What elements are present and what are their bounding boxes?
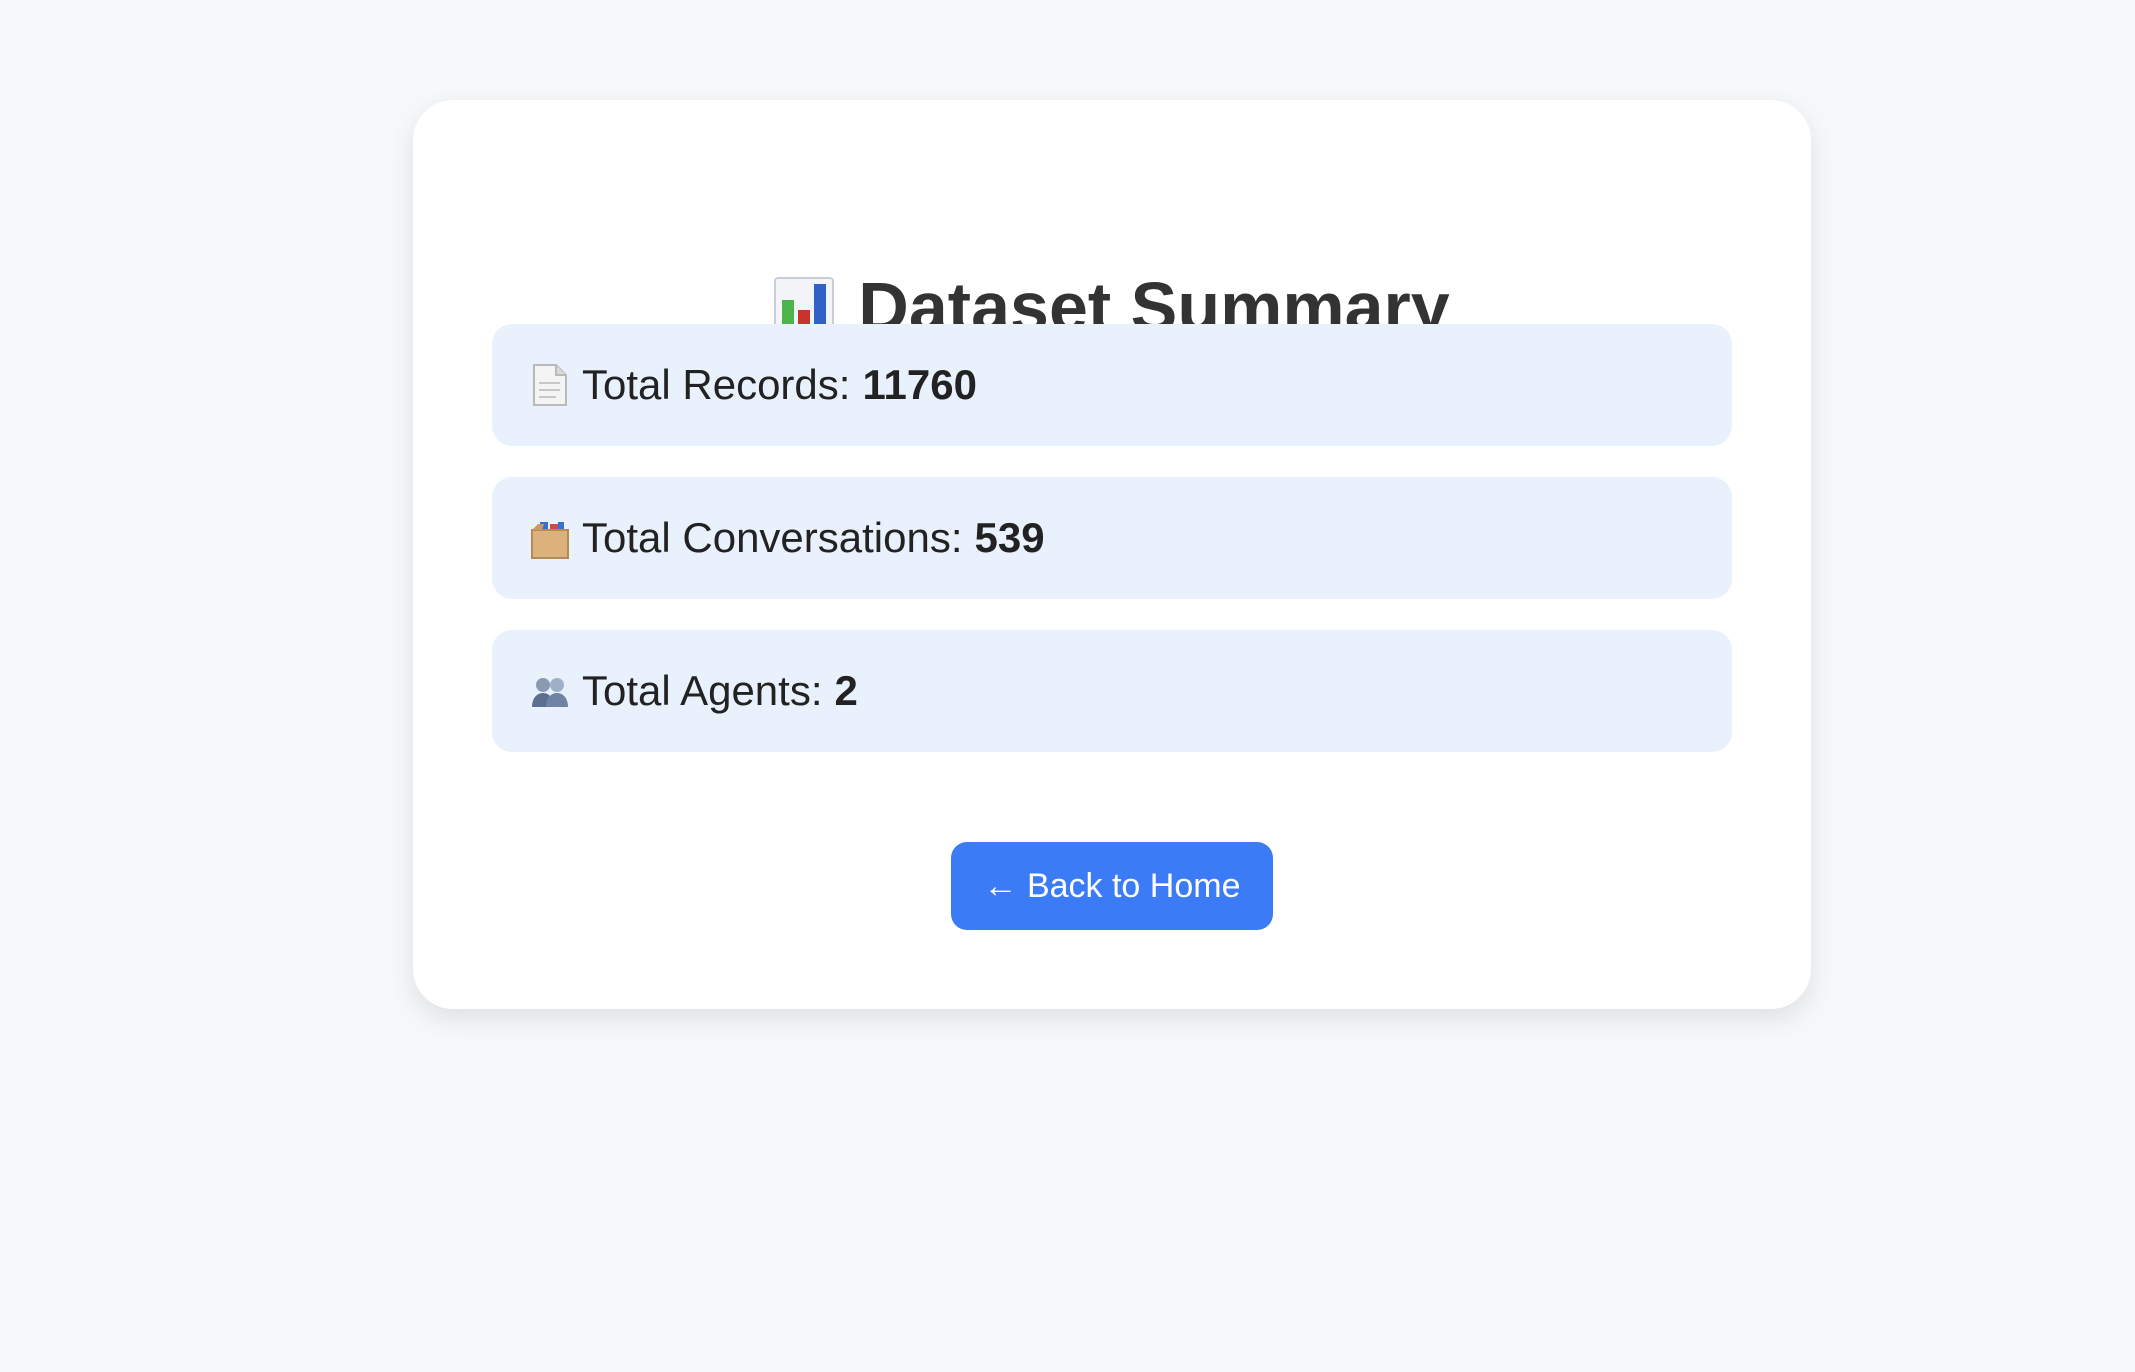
stat-value: 2 (834, 667, 858, 714)
stat-total-records: Total Records: 11760 (492, 324, 1732, 446)
stat-total-conversations: Total Conversations: 539 (492, 477, 1732, 599)
back-to-home-button[interactable]: ← Back to Home (951, 842, 1273, 930)
stat-value: 539 (974, 514, 1045, 561)
people-icon (532, 678, 568, 707)
stat-value: 11760 (862, 361, 977, 408)
stat-label: Total Records: (582, 361, 851, 408)
summary-card: Dataset Summary Total Records: 11760 Tot… (413, 100, 1811, 1009)
stat-label: Total Conversations: (582, 514, 963, 561)
page-icon (533, 364, 567, 406)
file-box-icon (531, 522, 569, 559)
stat-total-agents: Total Agents: 2 (492, 630, 1732, 752)
stat-label: Total Agents: (582, 667, 823, 714)
